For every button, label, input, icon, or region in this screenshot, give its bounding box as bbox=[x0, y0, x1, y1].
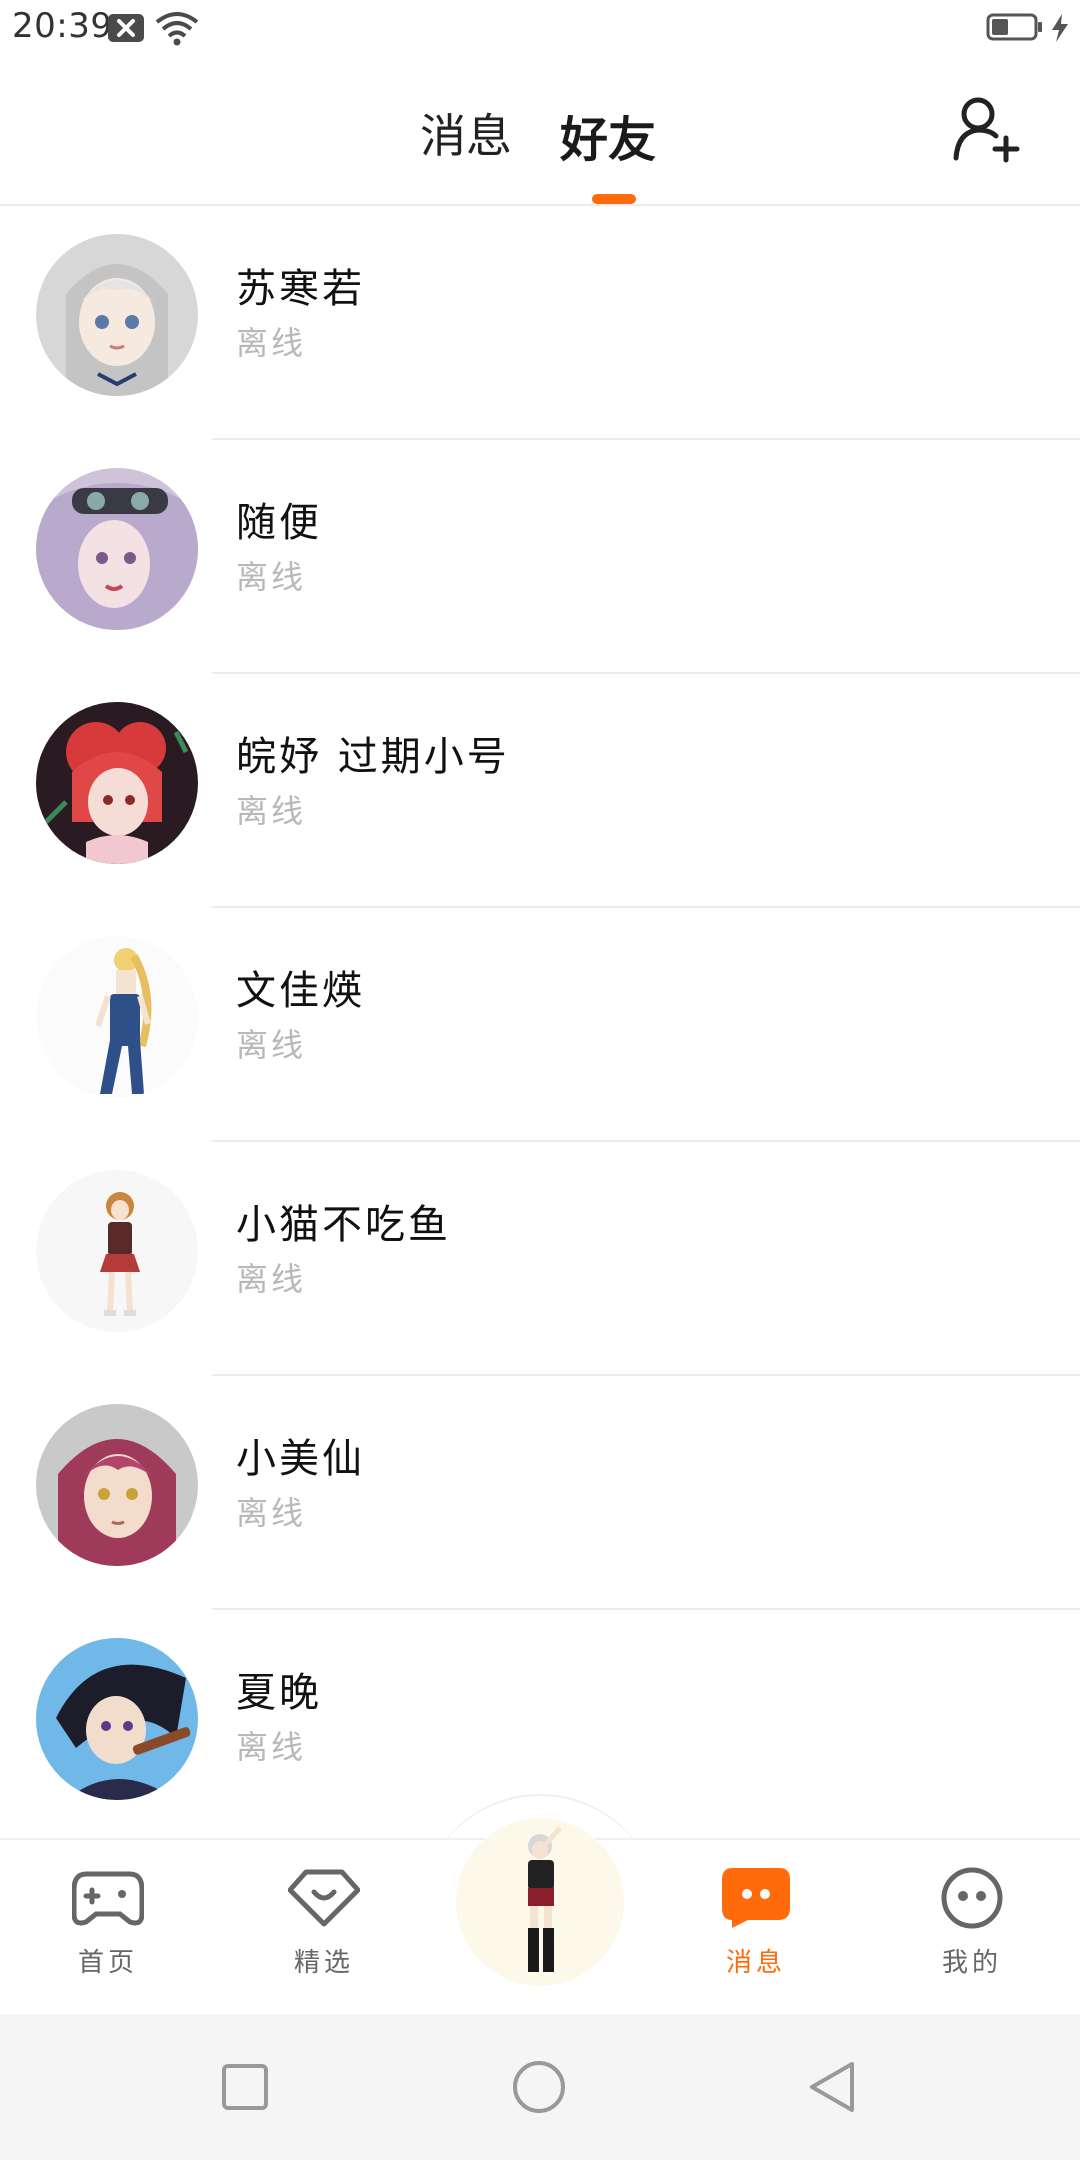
tab-active-indicator bbox=[592, 194, 636, 204]
avatar bbox=[36, 1404, 198, 1566]
friend-row[interactable]: 皖妤 过期小号 离线 bbox=[0, 674, 1080, 908]
nav-label: 首页 bbox=[77, 1948, 138, 1978]
face-icon bbox=[936, 1866, 1008, 1930]
gamepad-icon bbox=[71, 1866, 145, 1930]
nav-profile[interactable]: 我的 bbox=[912, 1866, 1032, 1978]
notification-x-icon bbox=[108, 14, 144, 42]
nav-home[interactable]: 首页 bbox=[48, 1866, 168, 1978]
nav-label: 我的 bbox=[941, 1948, 1002, 1978]
friend-row[interactable]: 随便 离线 bbox=[0, 440, 1080, 674]
friend-status: 离线 bbox=[236, 1728, 307, 1766]
tab-messages[interactable]: 消息 bbox=[420, 100, 512, 166]
header: 消息 好友 bbox=[0, 56, 1080, 206]
nav-label: 消息 bbox=[725, 1948, 786, 1978]
nav-label: 精选 bbox=[293, 1948, 354, 1978]
tab-friends[interactable]: 好友 bbox=[560, 100, 656, 170]
nav-messages[interactable]: 消息 bbox=[696, 1866, 816, 1978]
friend-name: 小美仙 bbox=[236, 1436, 365, 1482]
friend-status: 离线 bbox=[236, 558, 307, 596]
friend-row[interactable]: 小猫不吃鱼 离线 bbox=[0, 1142, 1080, 1376]
friend-status: 离线 bbox=[236, 1260, 307, 1298]
home-icon[interactable] bbox=[512, 2060, 566, 2114]
center-character-avatar[interactable] bbox=[456, 1818, 624, 1986]
charging-bolt-icon bbox=[1048, 12, 1072, 44]
nav-featured[interactable]: 精选 bbox=[264, 1866, 384, 1978]
wifi-icon bbox=[154, 10, 200, 46]
friend-row[interactable]: 苏寒若 离线 bbox=[0, 206, 1080, 440]
avatar bbox=[36, 234, 198, 396]
avatar bbox=[36, 1638, 198, 1800]
add-friend-button[interactable] bbox=[950, 92, 1022, 164]
friend-row[interactable]: 文佳煐 离线 bbox=[0, 908, 1080, 1142]
friend-status: 离线 bbox=[236, 324, 307, 362]
add-user-icon bbox=[953, 97, 1020, 163]
friend-name: 苏寒若 bbox=[236, 266, 365, 312]
avatar bbox=[36, 1170, 198, 1332]
avatar bbox=[36, 702, 198, 864]
friend-status: 离线 bbox=[236, 1494, 307, 1532]
recent-apps-icon[interactable] bbox=[218, 2060, 272, 2114]
system-nav-bar bbox=[0, 2014, 1080, 2160]
friend-name: 皖妤 过期小号 bbox=[236, 734, 510, 780]
status-time: 20:39 bbox=[12, 6, 113, 46]
chat-bubble-icon bbox=[720, 1866, 792, 1930]
friend-status: 离线 bbox=[236, 1026, 307, 1064]
friend-name: 随便 bbox=[236, 500, 322, 546]
heart-diamond-icon bbox=[287, 1866, 361, 1930]
battery-icon bbox=[986, 12, 1044, 42]
avatar bbox=[36, 936, 198, 1098]
friend-name: 小猫不吃鱼 bbox=[236, 1202, 451, 1248]
friend-row[interactable]: 小美仙 离线 bbox=[0, 1376, 1080, 1610]
status-bar: 20:39 bbox=[0, 0, 1080, 56]
friend-name: 文佳煐 bbox=[236, 968, 365, 1014]
avatar bbox=[36, 468, 198, 630]
friend-status: 离线 bbox=[236, 792, 307, 830]
friend-name: 夏晚 bbox=[236, 1670, 322, 1716]
back-icon[interactable] bbox=[806, 2060, 860, 2114]
